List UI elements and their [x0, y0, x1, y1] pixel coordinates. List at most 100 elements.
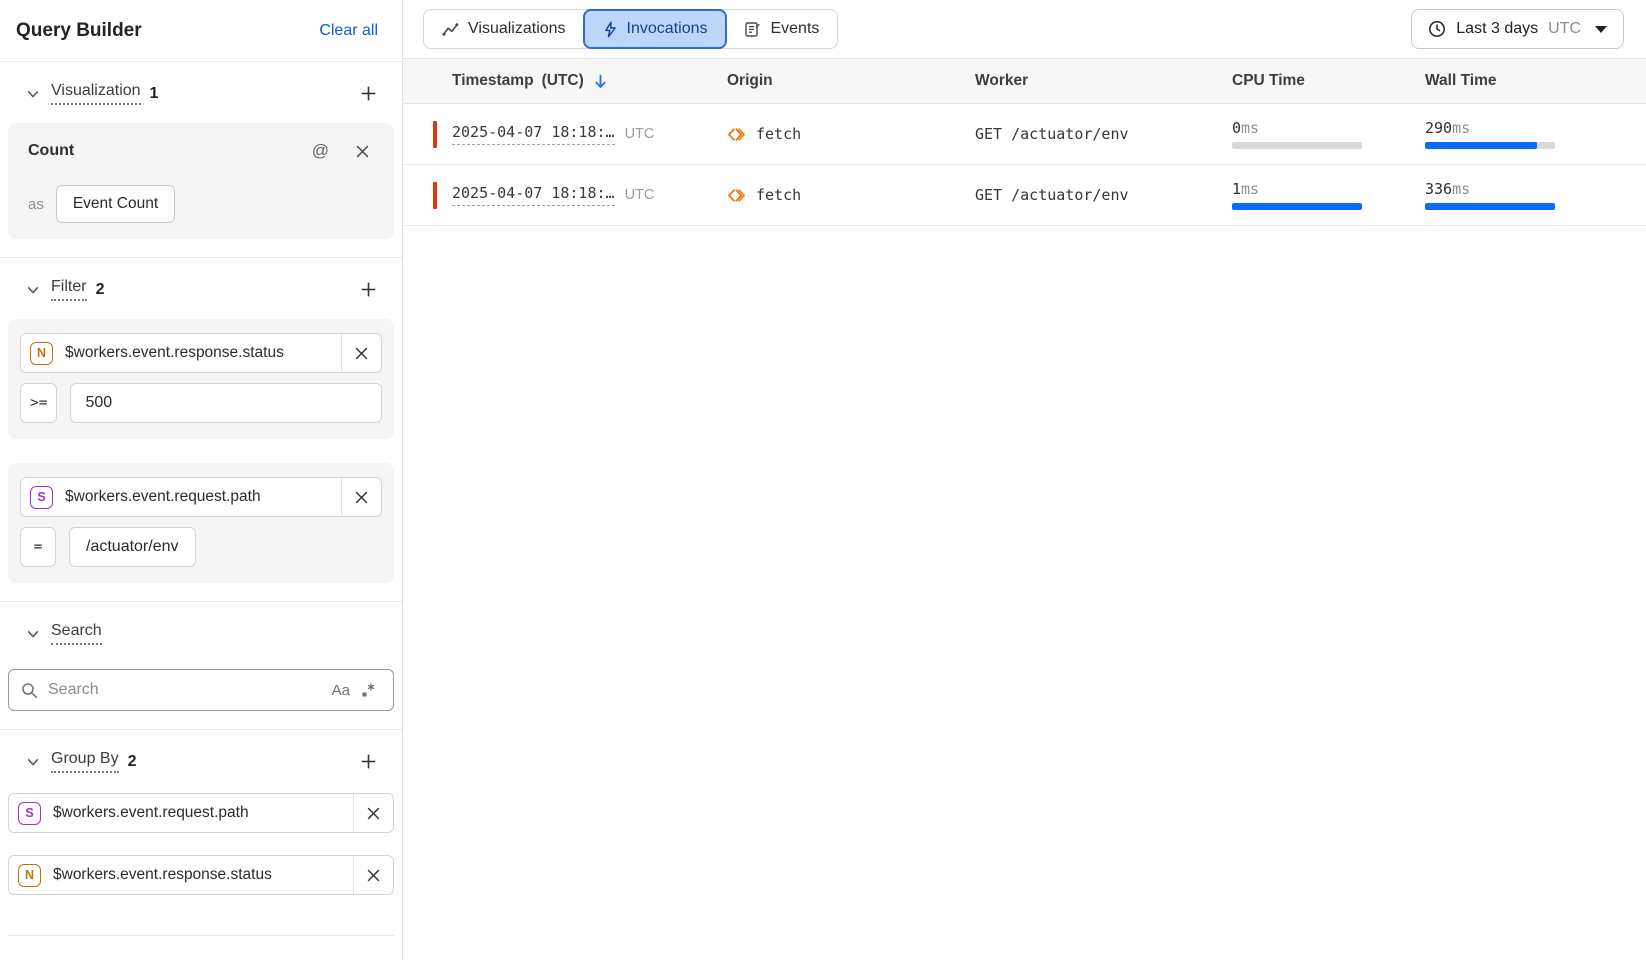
column-header-origin[interactable]: Origin: [727, 72, 975, 90]
tab-label: Invocations: [627, 20, 708, 38]
timestamp-timezone: UTC: [625, 187, 655, 203]
chevron-down-icon[interactable]: [26, 755, 40, 769]
wall-time-bar: [1425, 203, 1555, 210]
time-range-timezone: UTC: [1548, 20, 1581, 38]
filter-section: Filter 2 N $workers.event.response.statu…: [0, 258, 402, 602]
timestamp-link[interactable]: 2025-04-07 18:18:…: [452, 184, 615, 206]
wall-time-bar: [1425, 142, 1555, 149]
remove-filter-button[interactable]: [341, 334, 381, 372]
cpu-time-cell: 0ms: [1232, 119, 1425, 149]
column-header-cpu-time[interactable]: CPU Time: [1232, 72, 1425, 90]
tab-events[interactable]: Events: [726, 10, 837, 48]
cpu-time-bar: [1232, 203, 1362, 210]
group-by-section: Group By 2 S $workers.event.request.path…: [0, 730, 402, 954]
column-header-worker[interactable]: Worker: [975, 72, 1232, 90]
time-range-label: Last 3 days: [1456, 20, 1538, 38]
filter-operator-select[interactable]: >=: [20, 383, 57, 423]
string-type-badge: S: [18, 802, 41, 825]
results-toolbar: Visualizations Invocations Events Last 3…: [403, 0, 1646, 58]
clear-all-button[interactable]: Clear all: [319, 22, 378, 40]
filter-field-name: $workers.event.response.status: [65, 344, 341, 362]
filter-card: N $workers.event.response.status >=: [8, 319, 394, 439]
filter-field-selector[interactable]: S $workers.event.request.path: [20, 477, 382, 517]
tab-visualizations[interactable]: Visualizations: [424, 10, 584, 48]
metric-name: Count: [28, 142, 74, 160]
timestamp-link[interactable]: 2025-04-07 18:18:…: [452, 123, 615, 145]
results-panel: Visualizations Invocations Events Last 3…: [403, 0, 1646, 960]
group-by-field-selector[interactable]: S $workers.event.request.path: [8, 793, 394, 833]
document-icon: [744, 21, 761, 38]
search-input[interactable]: [48, 681, 327, 699]
query-builder-panel: Query Builder Clear all Visualization 1 …: [0, 0, 403, 960]
search-section: Search Aa: [0, 602, 402, 730]
origin-value: fetch: [756, 125, 801, 143]
add-group-by-button[interactable]: [357, 750, 380, 773]
cpu-time-bar: [1232, 142, 1362, 149]
column-header-wall-time[interactable]: Wall Time: [1425, 72, 1646, 90]
filter-value-input[interactable]: [70, 383, 382, 423]
filter-count: 2: [96, 281, 105, 299]
group-by-field-name: $workers.event.request.path: [53, 804, 353, 822]
visualization-section: Visualization 1 Count @ as Event Count: [0, 62, 402, 258]
wall-time-cell: 336ms: [1425, 180, 1646, 210]
panel-title: Query Builder: [16, 20, 142, 42]
wall-time-cell: 290ms: [1425, 119, 1646, 149]
search-section-label[interactable]: Search: [51, 622, 102, 645]
visualization-card: Count @ as Event Count: [8, 123, 394, 239]
at-icon[interactable]: @: [306, 141, 335, 161]
visualization-count: 1: [150, 85, 159, 103]
number-type-badge: N: [30, 342, 53, 365]
timestamp-timezone: UTC: [625, 126, 655, 142]
worker-value: GET /actuator/env: [975, 186, 1232, 204]
view-tabs: Visualizations Invocations Events: [423, 9, 838, 49]
chevron-down-icon[interactable]: [26, 627, 40, 641]
chart-line-icon: [442, 21, 459, 38]
remove-group-by-button[interactable]: [353, 794, 393, 832]
tab-label: Visualizations: [468, 20, 566, 38]
add-visualization-button[interactable]: [357, 82, 380, 105]
filter-field-selector[interactable]: N $workers.event.response.status: [20, 333, 382, 373]
worker-value: GET /actuator/env: [975, 125, 1232, 143]
column-header-timestamp[interactable]: Timestamp (UTC): [433, 72, 727, 90]
error-indicator: [433, 121, 437, 148]
fetch-origin-icon: [727, 186, 746, 205]
filter-section-label[interactable]: Filter: [51, 278, 87, 301]
regex-toggle-icon[interactable]: [355, 680, 381, 700]
search-icon: [21, 682, 38, 699]
error-indicator: [433, 182, 437, 209]
table-row[interactable]: 2025-04-07 18:18:… UTC fetch GET /actuat…: [403, 104, 1646, 165]
chevron-down-icon[interactable]: [26, 87, 40, 101]
table-header: Timestamp (UTC) Origin Worker CPU Time W…: [403, 58, 1646, 104]
filter-field-name: $workers.event.request.path: [65, 488, 341, 506]
group-by-field-selector[interactable]: N $workers.event.response.status: [8, 855, 394, 895]
filter-value-select[interactable]: /actuator/env: [69, 527, 196, 567]
group-by-section-label[interactable]: Group By: [51, 750, 119, 773]
search-box: Aa: [8, 669, 394, 711]
tab-label: Events: [770, 20, 819, 38]
cpu-time-cell: 1ms: [1232, 180, 1425, 210]
group-by-count: 2: [128, 753, 137, 771]
time-range-dropdown[interactable]: Last 3 days UTC: [1411, 9, 1624, 49]
origin-value: fetch: [756, 186, 801, 204]
as-label: as: [28, 196, 44, 213]
add-filter-button[interactable]: [357, 278, 380, 301]
table-row[interactable]: 2025-04-07 18:18:… UTC fetch GET /actuat…: [403, 165, 1646, 226]
clock-icon: [1428, 20, 1446, 38]
number-type-badge: N: [18, 864, 41, 887]
filter-operator-select[interactable]: =: [20, 527, 56, 567]
sort-desc-icon[interactable]: [592, 73, 609, 90]
divider: [8, 935, 394, 936]
alias-button[interactable]: Event Count: [56, 185, 175, 223]
match-case-toggle[interactable]: Aa: [327, 680, 355, 701]
remove-group-by-button[interactable]: [353, 856, 393, 894]
visualization-section-label[interactable]: Visualization: [51, 82, 141, 105]
string-type-badge: S: [30, 486, 53, 509]
lightning-icon: [603, 21, 618, 38]
remove-visualization-button[interactable]: [349, 144, 376, 159]
group-by-field-name: $workers.event.response.status: [53, 866, 353, 884]
remove-filter-button[interactable]: [341, 478, 381, 516]
caret-down-icon: [1595, 26, 1607, 33]
tab-invocations[interactable]: Invocations: [583, 9, 728, 49]
query-builder-header: Query Builder Clear all: [0, 0, 402, 62]
chevron-down-icon[interactable]: [26, 283, 40, 297]
